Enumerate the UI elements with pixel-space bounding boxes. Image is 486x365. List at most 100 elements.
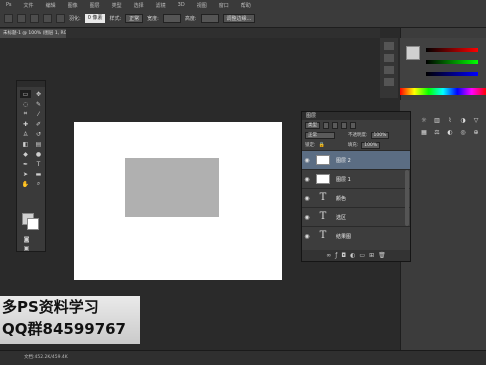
color-spectrum-bar[interactable]	[400, 88, 486, 95]
visibility-eye-icon[interactable]: ◉	[302, 157, 312, 164]
layer-name: 结果图	[336, 233, 352, 240]
layer-style-icon[interactable]: ƒ	[335, 252, 337, 259]
brightness-adjust-icon[interactable]: ☼	[420, 117, 428, 125]
vibrance-adjust-icon[interactable]: ▽	[472, 117, 480, 125]
lock-icon[interactable]: 🔒	[319, 142, 325, 148]
color-balance-adjust-icon[interactable]: ⚖	[433, 129, 441, 137]
lasso-tool-icon[interactable]: ◌	[20, 100, 31, 108]
menu-item-select[interactable]: 选择	[134, 2, 144, 9]
curves-adjust-icon[interactable]: ⌇	[446, 117, 454, 125]
layer-thumbnail	[316, 155, 330, 165]
screen-mode-icon[interactable]: ▣	[21, 244, 32, 252]
opacity-input[interactable]: 100%	[370, 131, 390, 139]
watermark-overlay: 多PS资料学习 QQ群84599767	[0, 296, 140, 344]
fill-input[interactable]: 100%	[361, 141, 381, 149]
character-panel-icon[interactable]	[384, 66, 394, 74]
color-panel	[400, 38, 486, 88]
healing-brush-tool-icon[interactable]: ✚	[20, 120, 31, 128]
brush-tool-icon[interactable]: ✐	[33, 120, 44, 128]
history-panel-icon[interactable]	[384, 42, 394, 50]
dodge-tool-icon[interactable]: ●	[33, 150, 44, 158]
menu-item-layer[interactable]: 图层	[90, 2, 100, 9]
exposure-adjust-icon[interactable]: ◑	[459, 117, 467, 125]
new-group-icon[interactable]: ▭	[359, 252, 365, 259]
new-layer-icon[interactable]: ⊞	[369, 252, 374, 259]
document-size-info[interactable]: 文档:452.2K/459.4K	[24, 354, 68, 360]
shape-tool-icon[interactable]: ▬	[33, 170, 44, 178]
zoom-tool-icon[interactable]: ⌕	[33, 180, 44, 188]
menu-item-type[interactable]: 类型	[112, 2, 122, 9]
gradient-tool-icon[interactable]: ▤	[33, 140, 44, 148]
menu-item-edit[interactable]: 编辑	[46, 2, 56, 9]
link-layers-icon[interactable]: ∞	[326, 252, 331, 259]
delete-layer-icon[interactable]: 🗑	[378, 252, 386, 259]
history-brush-tool-icon[interactable]: ↺	[33, 130, 44, 138]
levels-adjust-icon[interactable]: ▥	[433, 117, 441, 125]
move-tool-icon[interactable]: ✥	[33, 90, 44, 98]
visibility-eye-icon[interactable]: ◉	[302, 195, 312, 202]
menu-item-view[interactable]: 视图	[197, 2, 207, 9]
quick-mask-icon[interactable]: ◙	[21, 235, 32, 243]
paragraph-panel-icon[interactable]	[384, 78, 394, 86]
path-selection-tool-icon[interactable]: ➤	[20, 170, 31, 178]
black-white-adjust-icon[interactable]: ◐	[446, 129, 454, 137]
filter-adjust-icon[interactable]	[332, 121, 338, 129]
visibility-eye-icon[interactable]: ◉	[302, 176, 312, 183]
eraser-tool-icon[interactable]: ◧	[20, 140, 31, 148]
feather-input[interactable]: 0 像素	[84, 14, 106, 23]
menu-item-window[interactable]: 窗口	[219, 2, 229, 9]
channel-mixer-adjust-icon[interactable]: ⊕	[472, 129, 480, 137]
pen-tool-icon[interactable]: ✒	[20, 160, 31, 168]
photo-filter-adjust-icon[interactable]: ◎	[459, 129, 467, 137]
menu-item-3d[interactable]: 3D	[178, 2, 185, 8]
rectangular-marquee-tool-icon[interactable]: ▭	[20, 90, 31, 98]
green-slider[interactable]	[426, 60, 478, 64]
add-selection-button[interactable]	[30, 14, 39, 23]
width-input[interactable]	[162, 14, 181, 23]
layer-row[interactable]: ◉ T 结果图	[302, 226, 410, 245]
menu-item-help[interactable]: 帮助	[241, 2, 251, 9]
red-slider[interactable]	[426, 48, 478, 52]
properties-panel-icon[interactable]	[384, 54, 394, 62]
visibility-eye-icon[interactable]: ◉	[302, 233, 312, 240]
filter-pixel-icon[interactable]	[323, 121, 329, 129]
layer-filter-select[interactable]: 类型	[305, 121, 320, 129]
quick-select-tool-icon[interactable]: ✎	[33, 100, 44, 108]
blend-mode-select[interactable]: 正常	[305, 131, 335, 139]
intersect-selection-button[interactable]	[56, 14, 65, 23]
menu-item-filter[interactable]: 滤镜	[156, 2, 166, 9]
hand-tool-icon[interactable]: ✋	[20, 180, 31, 188]
filter-type-icon[interactable]	[341, 121, 347, 129]
layers-panel-title[interactable]: 图层	[302, 112, 410, 120]
eyedropper-tool-icon[interactable]: ⁄	[33, 110, 44, 118]
clone-stamp-tool-icon[interactable]: ♙	[20, 130, 31, 138]
menu-item-file[interactable]: 文件	[24, 2, 34, 9]
visibility-eye-icon[interactable]: ◉	[302, 214, 312, 221]
add-mask-icon[interactable]: ◘	[341, 252, 346, 259]
layer-row[interactable]: ◉ T 选区	[302, 207, 410, 226]
menu-item-image[interactable]: 图像	[68, 2, 78, 9]
type-tool-icon[interactable]: T	[33, 160, 44, 168]
document-tab[interactable]: 未标题-1 @ 100% (图层 1, RGB/8)	[0, 29, 66, 38]
layer-row[interactable]: ◉ 图层 2	[302, 150, 410, 169]
new-selection-button[interactable]	[17, 14, 26, 23]
color-panel-foreground-swatch[interactable]	[406, 46, 420, 60]
adjustment-layer-icon[interactable]: ◐	[350, 252, 355, 259]
marquee-tool-preset-button[interactable]	[4, 14, 13, 23]
layers-scrollbar[interactable]	[405, 170, 409, 226]
menu-item-app[interactable]: Ps	[6, 2, 12, 8]
background-color-swatch[interactable]	[27, 218, 39, 230]
blue-slider[interactable]	[426, 72, 478, 76]
layer-row[interactable]: ◉ 图层 1	[302, 169, 410, 188]
style-select[interactable]: 正常	[125, 14, 144, 23]
blur-tool-icon[interactable]: ◆	[20, 150, 31, 158]
gray-rectangle-shape[interactable]	[125, 158, 219, 217]
filter-shape-icon[interactable]	[350, 121, 356, 129]
height-label: 高度:	[184, 16, 197, 22]
crop-tool-icon[interactable]: ⌗	[20, 110, 31, 118]
refine-edge-button[interactable]: 调整边缘...	[222, 14, 256, 23]
layer-row[interactable]: ◉ T 颜色	[302, 188, 410, 207]
height-input[interactable]	[200, 14, 219, 23]
hue-saturation-adjust-icon[interactable]: ▦	[420, 129, 428, 137]
subtract-selection-button[interactable]	[43, 14, 52, 23]
